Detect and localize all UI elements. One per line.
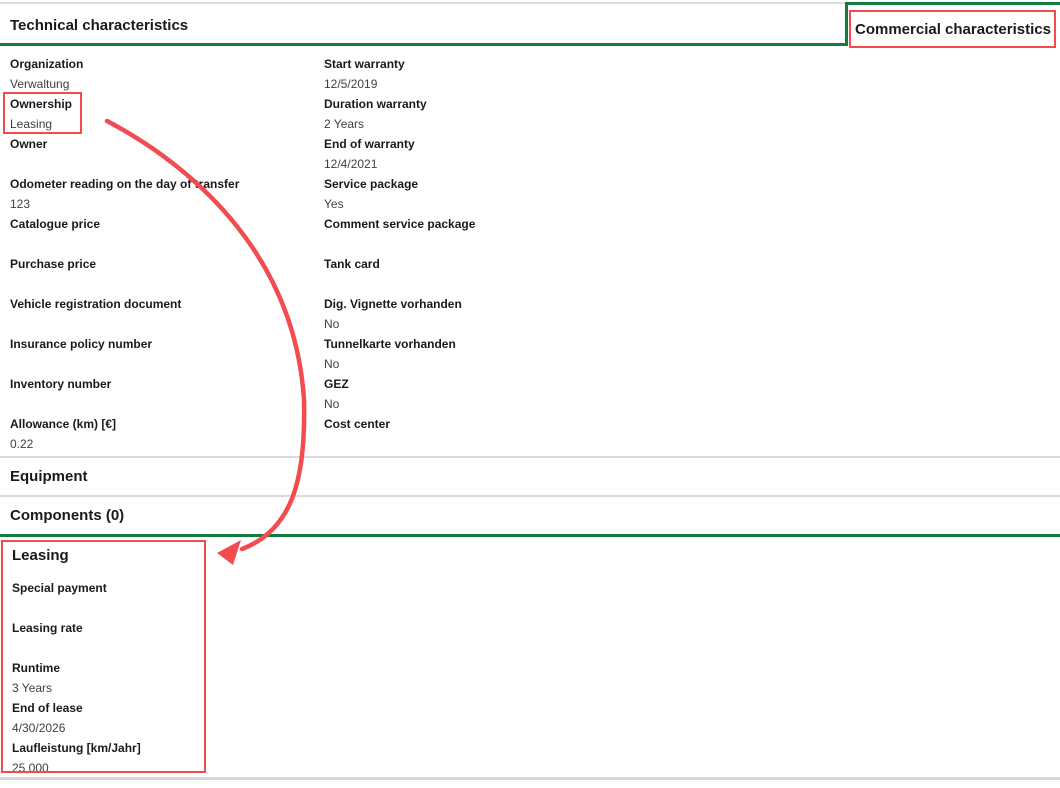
section-header-components[interactable]: Components (0) <box>10 506 124 526</box>
field-label: Organization <box>10 57 322 72</box>
field-value[interactable] <box>10 397 322 412</box>
top-border-line <box>0 2 845 4</box>
field-row: Tank card <box>324 257 684 297</box>
field-label: Purchase price <box>10 257 322 272</box>
field-label: Service package <box>324 177 684 192</box>
field-row: Vehicle registration document <box>10 297 322 337</box>
field-label: GEZ <box>324 377 684 392</box>
field-label: End of warranty <box>324 137 684 152</box>
technical-left-column: OrganizationVerwaltungOwnershipLeasingOw… <box>10 57 322 457</box>
field-label: Cost center <box>324 417 684 432</box>
field-label: Catalogue price <box>10 217 322 232</box>
tab-commercial-characteristics-label[interactable]: Commercial characteristics <box>855 21 1051 38</box>
field-row: Start warranty 12/5/2019 <box>324 57 684 97</box>
field-value[interactable]: 3 Years <box>12 681 202 696</box>
field-label: Laufleistung [km/Jahr] <box>12 741 202 756</box>
field-label: Tunnelkarte vorhanden <box>324 337 684 352</box>
field-label: Allowance (km) [€] <box>10 417 322 432</box>
field-value[interactable]: Yes <box>324 197 684 212</box>
section-divider <box>0 456 1060 458</box>
field-value[interactable]: 123 <box>10 197 322 212</box>
field-label: Ownership <box>10 97 322 112</box>
field-row: Tunnelkarte vorhanden No <box>324 337 684 377</box>
technical-right-column: Start warranty 12/5/2019 Duration warranty… <box>324 57 684 457</box>
field-label: Special payment <box>12 581 202 596</box>
section-header-equipment[interactable]: Equipment <box>10 467 88 487</box>
field-row: Special payment <box>12 581 202 621</box>
field-row: Comment service package <box>324 217 684 257</box>
field-value[interactable] <box>10 237 322 252</box>
bottom-divider <box>0 777 1060 780</box>
field-row: Cost center <box>324 417 684 457</box>
field-label: Inventory number <box>10 377 322 392</box>
section-divider <box>0 495 1060 497</box>
field-row: End of lease 4/30/2026 <box>12 701 202 741</box>
field-value[interactable] <box>324 277 684 292</box>
field-row: Runtime 3 Years <box>12 661 202 701</box>
field-row: Laufleistung [km/Jahr] 25,000 <box>12 741 202 781</box>
technical-tab-underline <box>0 43 846 46</box>
field-label: Start warranty <box>324 57 684 72</box>
field-value[interactable] <box>10 357 322 372</box>
field-row: GEZ No <box>324 377 684 417</box>
field-value[interactable]: 0.22 <box>10 437 322 452</box>
field-label: Insurance policy number <box>10 337 322 352</box>
field-row: Allowance (km) [€] 0.22 <box>10 417 322 457</box>
field-label: Duration warranty <box>324 97 684 112</box>
field-row: Service package Yes <box>324 177 684 217</box>
field-value[interactable] <box>12 601 202 616</box>
field-row: Inventory number <box>10 377 322 417</box>
vehicle-details-page: Technical characteristics Commercial cha… <box>0 0 1060 788</box>
field-row: Odometer reading on the day of transfer 1… <box>10 177 322 217</box>
field-row: Owner <box>10 137 322 177</box>
field-value[interactable] <box>324 237 684 252</box>
field-row: Purchase price <box>10 257 322 297</box>
field-value[interactable]: Verwaltung <box>10 77 322 92</box>
field-label: Odometer reading on the day of transfer <box>10 177 322 192</box>
field-value[interactable] <box>10 317 322 332</box>
field-value[interactable]: Leasing <box>10 117 322 132</box>
field-value[interactable] <box>12 641 202 656</box>
field-label: Comment service package <box>324 217 684 232</box>
field-value[interactable]: No <box>324 397 684 412</box>
field-value[interactable] <box>324 437 684 452</box>
field-row: Leasing rate <box>12 621 202 661</box>
annotation-arrowhead <box>217 540 241 565</box>
field-label: Vehicle registration document <box>10 297 322 312</box>
field-value[interactable]: No <box>324 317 684 332</box>
leasing-section-top-line <box>0 534 1060 537</box>
field-row: Organization Verwaltung <box>10 57 322 97</box>
tab-technical-characteristics[interactable]: Technical characteristics <box>10 16 188 36</box>
field-label: Dig. Vignette vorhanden <box>324 297 684 312</box>
field-label: Runtime <box>12 661 202 676</box>
field-label: End of lease <box>12 701 202 716</box>
field-label: Leasing rate <box>12 621 202 636</box>
field-value[interactable]: 12/4/2021 <box>324 157 684 172</box>
field-label: Owner <box>10 137 322 152</box>
field-label: Tank card <box>324 257 684 272</box>
field-row: Dig. Vignette vorhanden No <box>324 297 684 337</box>
field-row: Insurance policy number <box>10 337 322 377</box>
field-value[interactable]: 2 Years <box>324 117 684 132</box>
field-value[interactable] <box>10 157 322 172</box>
field-value[interactable] <box>10 277 322 292</box>
field-value[interactable]: No <box>324 357 684 372</box>
leasing-fields-column: Special payment Leasing rate Runtime 3 Year… <box>12 581 202 781</box>
field-value[interactable]: 12/5/2019 <box>324 77 684 92</box>
field-row: Catalogue price <box>10 217 322 257</box>
section-header-leasing[interactable]: Leasing <box>12 546 69 566</box>
field-value[interactable]: 4/30/2026 <box>12 721 202 736</box>
field-row: End of warranty 12/4/2021 <box>324 137 684 177</box>
field-row: Ownership Leasing <box>10 97 322 137</box>
field-row: Duration warranty 2 Years <box>324 97 684 137</box>
field-value[interactable]: 25,000 <box>12 761 202 776</box>
